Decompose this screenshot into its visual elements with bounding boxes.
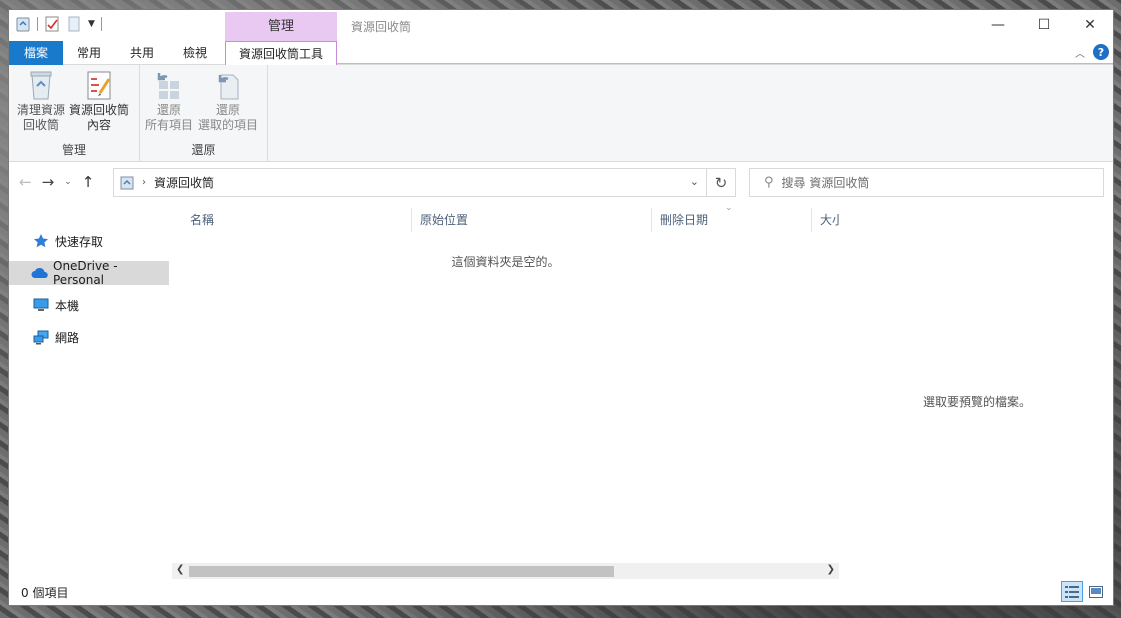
nav-item-network[interactable]: 網路 [9,325,169,349]
nav-item-onedrive[interactable]: OneDrive - Personal [9,259,169,287]
recycle-bin-icon [120,176,134,190]
ribbon-group-restore: 還原 所有項目 還原 選取的項目 還原 [140,65,268,162]
tab-share[interactable]: 共用 [119,41,165,65]
navigation-bar: ← → ⌄ ↑ › 資源回收筒 ⌄ ↻ ⚲ 搜尋 資源回收筒 [9,163,1113,203]
nav-buttons: ← → ⌄ ↑ [19,173,94,191]
computer-icon [33,297,49,313]
qat-separator [37,17,38,31]
empty-recycle-bin-button[interactable]: 清理資源 回收筒 [13,69,69,133]
empty-recycle-bin-icon [25,69,57,101]
restore-selected-icon [212,69,244,101]
cloud-icon [31,265,48,281]
refresh-icon[interactable]: ↻ [706,169,735,196]
nav-item-label: 網路 [55,330,80,345]
view-switcher [1061,581,1107,602]
breadcrumb-path[interactable]: 資源回收筒 [154,174,214,191]
details-view-icon [1065,585,1079,598]
ribbon-tab-row: 檔案 常用 共用 檢視 資源回收筒工具 ︿ ? [9,41,1113,66]
restore-selected-items-button[interactable]: 還原 選取的項目 [196,69,260,133]
recycle-bin-icon [15,16,31,32]
back-arrow-icon[interactable]: ← [19,173,32,191]
nav-item-quick-access[interactable]: 快速存取 [9,229,169,253]
search-placeholder: 搜尋 資源回收筒 [781,176,870,190]
maximize-button[interactable]: ☐ [1021,10,1067,40]
restore-all-items-button[interactable]: 還原 所有項目 [143,69,195,133]
window-controls: — ☐ ✕ [975,10,1113,40]
recent-locations-chevron-icon[interactable]: ⌄ [64,177,72,187]
up-arrow-icon[interactable]: ↑ [82,173,95,191]
window-title: 資源回收筒 [351,20,412,34]
title-bar: ▼ 管理 資源回收筒 — ☐ ✕ [9,10,1113,41]
sort-descending-icon: ⌄ [725,203,733,213]
nav-item-label: OneDrive - Personal [53,259,118,287]
properties-icon[interactable] [44,16,60,32]
nav-item-label: 快速存取 [55,234,104,249]
empty-folder-message: 這個資料夾是空的。 [451,255,560,269]
context-tab-underline [337,63,1113,64]
preview-message: 選取要預覽的檔案。 [922,395,1031,409]
restore-all-icon [153,69,185,101]
recycle-bin-properties-button[interactable]: 資源回收筒 內容 [67,69,131,133]
status-bar: 0 個項目 [9,579,1113,605]
quick-access-toolbar: ▼ [15,16,102,32]
minimize-button[interactable]: — [975,10,1021,40]
navigation-pane: 快速存取 OneDrive - Personal 本機 網路 [9,203,172,579]
customize-qat-dropdown-icon[interactable]: ▼ [88,19,95,29]
file-explorer-window: ▼ 管理 資源回收筒 — ☐ ✕ 檔案 常用 共用 檢視 資源回收筒工具 ︿ ? [8,9,1114,606]
address-dropdown-icon[interactable]: ⌄ [690,175,699,188]
large-icons-view-button[interactable] [1085,581,1107,602]
qat-separator [100,17,102,31]
forward-arrow-icon[interactable]: → [42,173,55,191]
address-bar[interactable]: › 資源回收筒 ⌄ ↻ [113,168,736,197]
group-label-restore: 還原 [191,143,216,157]
context-tab-manage: 管理 [225,12,337,41]
ribbon-help-area: ︿ ? [1075,44,1109,60]
ribbon: 清理資源 回收筒 資源回收筒 內容 管理 還原 所有項目 還原 選取的項目 還原 [9,65,1113,162]
scrollbar-thumb[interactable] [189,566,614,577]
tab-home[interactable]: 常用 [67,41,111,65]
nav-item-this-pc[interactable]: 本機 [9,293,169,317]
search-icon: ⚲ [764,175,774,190]
new-folder-icon[interactable] [66,16,82,32]
search-input[interactable]: ⚲ 搜尋 資源回收筒 [749,168,1104,197]
file-list-area[interactable]: 名稱 原始位置 刪除日期 大小 ⌄ 這個資料夾是空的。 ❮ ❯ [172,203,844,579]
scroll-right-icon[interactable]: ❯ [827,564,835,575]
star-icon [33,233,49,249]
properties-checklist-icon [83,69,115,101]
tab-file[interactable]: 檔案 [9,41,63,65]
column-header-name[interactable]: 名稱 [182,208,412,232]
group-label-manage: 管理 [61,143,86,157]
horizontal-scrollbar[interactable]: ❮ ❯ [172,563,839,579]
large-icons-view-icon [1089,585,1103,598]
collapse-ribbon-icon[interactable]: ︿ [1075,45,1085,60]
details-view-button[interactable] [1061,581,1083,602]
scroll-left-icon[interactable]: ❮ [176,564,184,575]
ribbon-group-manage: 清理資源 回收筒 資源回收筒 內容 管理 [9,65,140,162]
item-count: 0 個項目 [21,586,69,600]
help-icon[interactable]: ? [1093,44,1109,60]
preview-pane: 選取要預覽的檔案。 [839,203,1113,579]
breadcrumb-chevron-icon[interactable]: › [142,177,146,188]
column-header-original-location[interactable]: 原始位置 [412,208,652,232]
nav-item-label: 本機 [55,298,80,313]
tab-recycle-bin-tools[interactable]: 資源回收筒工具 [225,41,337,66]
network-icon [33,329,49,345]
tab-view[interactable]: 檢視 [173,41,217,65]
close-button[interactable]: ✕ [1067,10,1113,40]
